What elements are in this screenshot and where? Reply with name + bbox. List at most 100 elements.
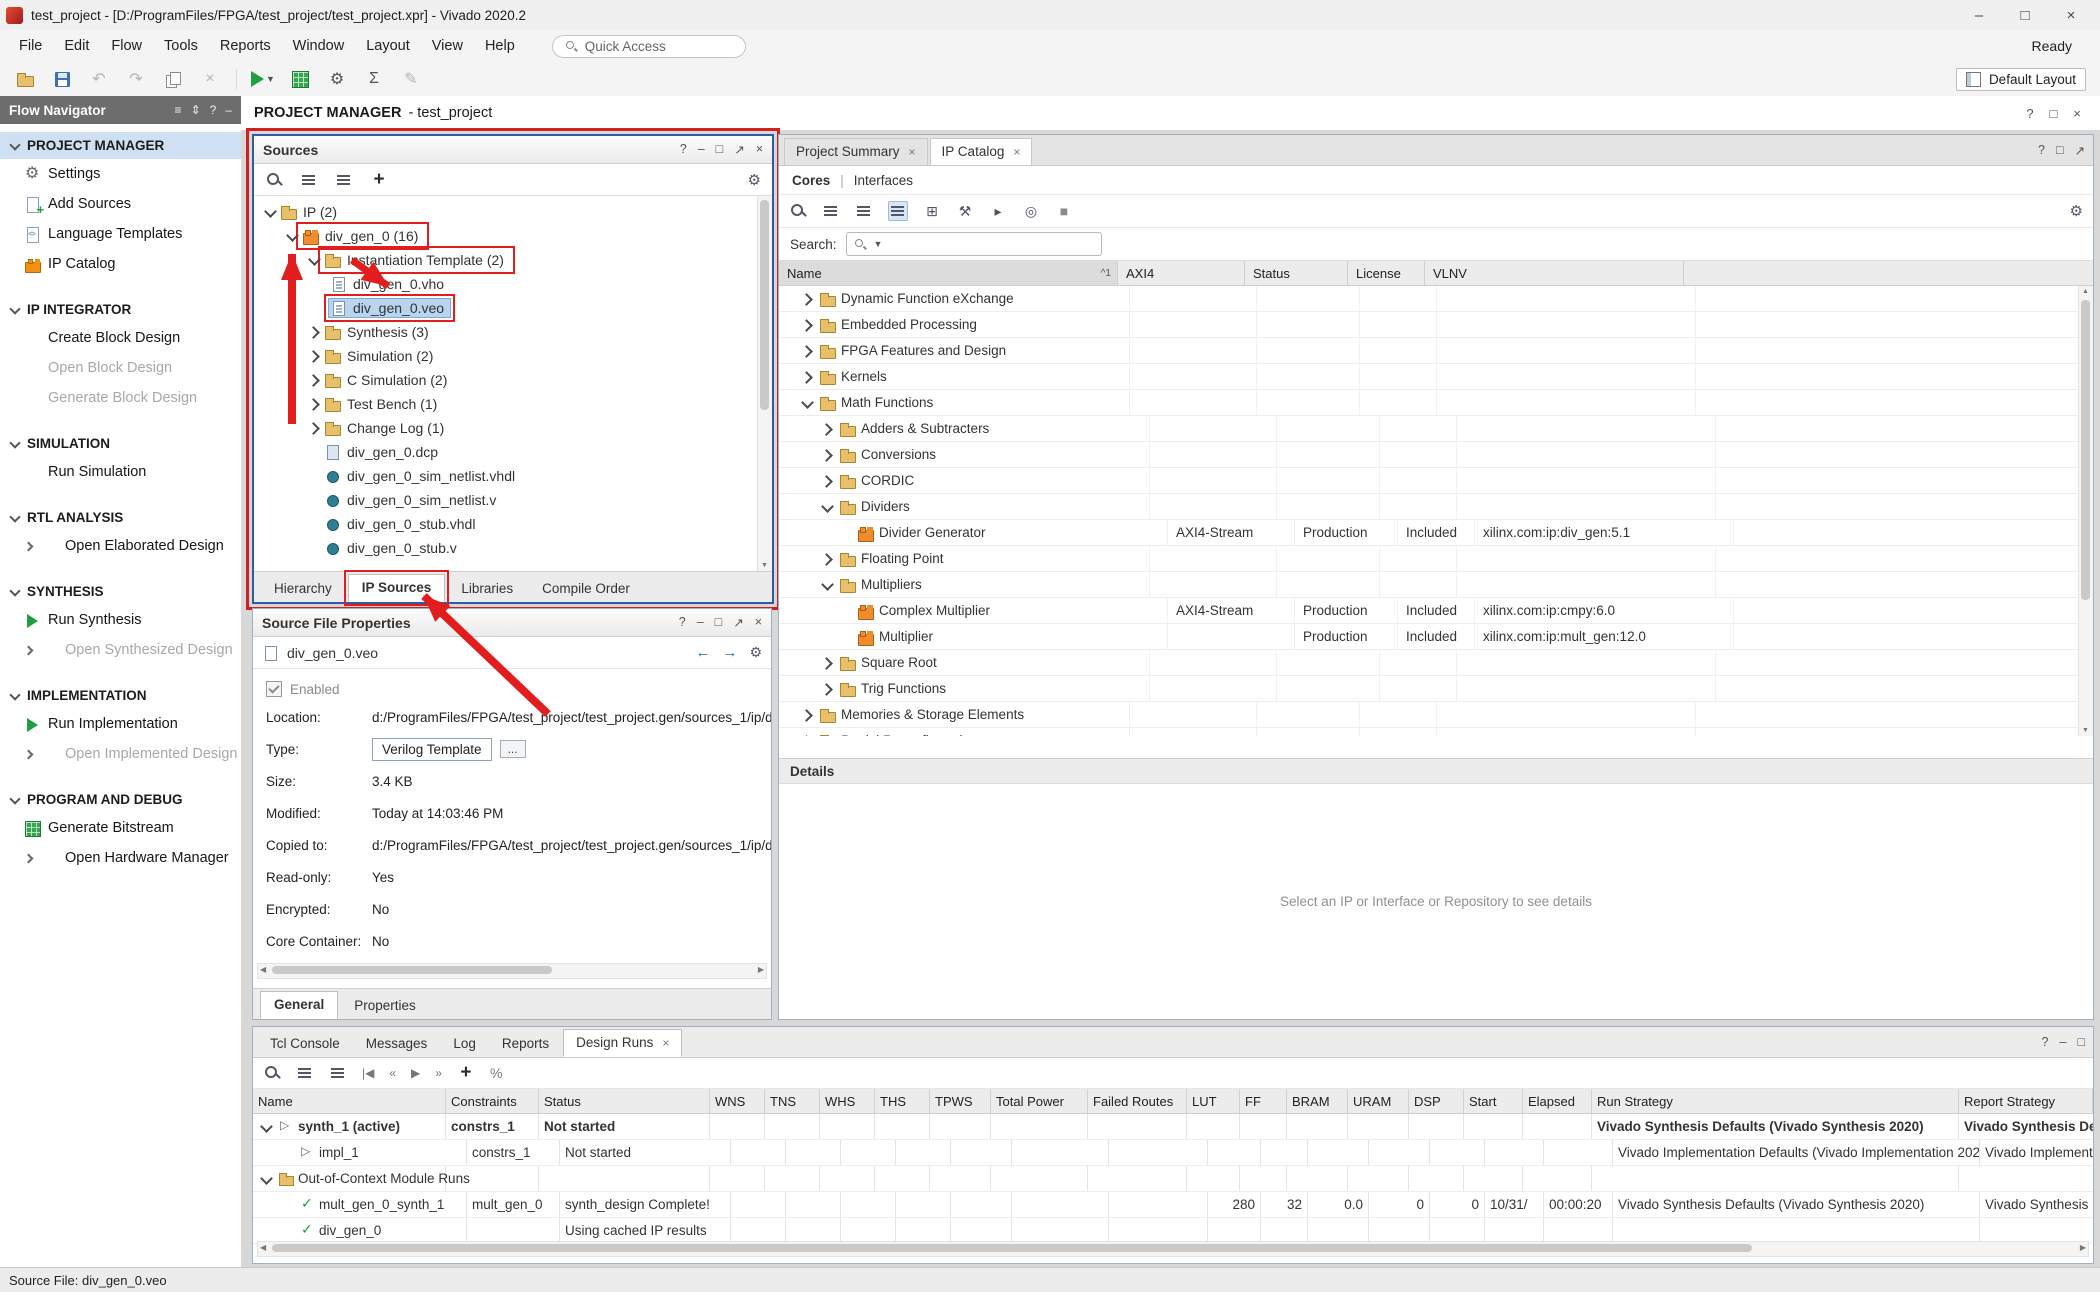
catalog-row[interactable]: Math Functions bbox=[779, 390, 2093, 416]
tree-row-body[interactable]: div_gen_0_stub.vhdl bbox=[322, 514, 482, 534]
tree-row-body[interactable]: div_gen_0_sim_netlist.v bbox=[322, 490, 503, 510]
column-header-wns[interactable]: WNS bbox=[710, 1089, 765, 1113]
flow-nav-item[interactable]: Open Hardware Manager bbox=[0, 843, 241, 873]
tree-row[interactable]: div_gen_0.dcp bbox=[254, 440, 772, 464]
collapse-all-icon[interactable] bbox=[300, 171, 318, 189]
tree-row[interactable]: div_gen_0.vho bbox=[254, 272, 772, 296]
tree-expander-icon[interactable] bbox=[306, 348, 322, 364]
settings-gear-icon[interactable]: ⚙ bbox=[2070, 202, 2083, 220]
tree-row-body[interactable]: div_gen_0_sim_netlist.vhdl bbox=[322, 466, 522, 486]
catalog-row[interactable]: Multiplier Production Included xilinx.co… bbox=[779, 624, 2093, 650]
tree-row-body[interactable]: C Simulation (2) bbox=[322, 370, 454, 390]
tree-row-body[interactable]: div_gen_0.vho bbox=[328, 274, 451, 294]
settings-gear-icon[interactable]: ⚙ bbox=[326, 68, 348, 90]
step-first-icon[interactable]: |◀ bbox=[362, 1066, 374, 1080]
layout-selector[interactable]: Default Layout bbox=[1956, 68, 2086, 91]
catalog-search-input[interactable]: ▼ bbox=[846, 232, 1102, 256]
tree-row-body[interactable]: IP (2) bbox=[278, 202, 344, 222]
tree-row-body[interactable]: div_gen_0_stub.v bbox=[322, 538, 464, 558]
properties-tab[interactable]: General bbox=[260, 991, 338, 1019]
ellipsis-button[interactable]: ... bbox=[500, 740, 526, 758]
tree-expander-icon[interactable] bbox=[306, 420, 322, 436]
column-header-start[interactable]: Start bbox=[1464, 1089, 1523, 1113]
column-header-failed-routes[interactable]: Failed Routes bbox=[1088, 1089, 1187, 1113]
collapse-icon[interactable]: – bbox=[225, 103, 232, 117]
catalog-row-name-cell[interactable]: Kernels bbox=[779, 364, 1130, 389]
column-header-run-strategy[interactable]: Run Strategy bbox=[1592, 1089, 1959, 1113]
scroll-left-icon[interactable]: ◀ bbox=[260, 965, 266, 974]
menu-item[interactable]: File bbox=[8, 33, 53, 59]
report-sigma-icon[interactable]: Σ bbox=[363, 68, 385, 90]
menu-item[interactable]: View bbox=[421, 33, 474, 59]
properties-panel-header[interactable]: Source File Properties ? – □ ↗ × bbox=[253, 609, 771, 637]
section-header-program-debug[interactable]: PROGRAM AND DEBUG bbox=[0, 786, 241, 813]
maximize-panel-icon[interactable]: ↗ bbox=[734, 142, 744, 157]
float-panel-icon[interactable]: □ bbox=[2077, 1035, 2085, 1049]
column-header-lut[interactable]: LUT bbox=[1187, 1089, 1240, 1113]
percent-icon[interactable]: % bbox=[490, 1065, 502, 1081]
bottom-tab[interactable]: Messages × bbox=[354, 1031, 440, 1057]
quick-access-search[interactable]: Quick Access bbox=[552, 35, 746, 58]
tree-expander-icon[interactable] bbox=[819, 447, 835, 463]
catalog-row-name-cell[interactable]: CORDIC bbox=[779, 468, 1150, 493]
sources-tab[interactable]: Hierarchy bbox=[261, 576, 345, 602]
bottom-tab[interactable]: Design Runs × bbox=[563, 1029, 682, 1057]
column-header-tns[interactable]: TNS bbox=[765, 1089, 820, 1113]
sources-panel-header[interactable]: Sources ? – □ ↗ × bbox=[254, 136, 772, 164]
catalog-row-name-cell[interactable]: Memories & Storage Elements bbox=[779, 702, 1130, 727]
tree-row[interactable]: Change Log (1) bbox=[254, 416, 772, 440]
catalog-row[interactable]: Dividers bbox=[779, 494, 2093, 520]
column-header-elapsed[interactable]: Elapsed bbox=[1523, 1089, 1592, 1113]
flow-nav-item[interactable]: Run Simulation bbox=[0, 457, 241, 487]
flow-nav-item[interactable]: Generate Bitstream bbox=[0, 813, 241, 843]
step-forward-icon[interactable]: » bbox=[435, 1066, 442, 1080]
catalog-row[interactable]: Complex Multiplier AXI4-Stream Productio… bbox=[779, 598, 2093, 624]
redo-icon[interactable]: ↷ bbox=[125, 68, 147, 90]
run-row[interactable]: synth_1 (active) constrs_1 Not started bbox=[253, 1114, 2093, 1140]
catalog-row[interactable]: Embedded Processing bbox=[779, 312, 2093, 338]
float-panel-icon[interactable]: □ bbox=[2056, 143, 2064, 158]
catalog-row-name-cell[interactable]: Multipliers bbox=[779, 572, 1150, 597]
minimize-button[interactable]: – bbox=[1956, 1, 2002, 30]
float-panel-icon[interactable]: □ bbox=[716, 142, 724, 157]
tree-expander-icon[interactable] bbox=[799, 395, 815, 411]
catalog-row-name-cell[interactable]: Adders & Subtracters bbox=[779, 416, 1150, 441]
menu-item[interactable]: Edit bbox=[53, 33, 100, 59]
details-section-header[interactable]: Details bbox=[779, 758, 2093, 784]
section-header-simulation[interactable]: SIMULATION bbox=[0, 430, 241, 457]
help-icon[interactable]: ? bbox=[2026, 106, 2033, 121]
menu-item[interactable]: Tools bbox=[153, 33, 209, 59]
close-icon[interactable]: × bbox=[2073, 106, 2081, 121]
column-header-status[interactable]: Status bbox=[1245, 261, 1348, 285]
help-icon[interactable]: ? bbox=[2042, 1035, 2049, 1049]
help-icon[interactable]: ? bbox=[680, 142, 687, 157]
forward-arrow-icon[interactable]: → bbox=[722, 644, 737, 661]
tree-row-body[interactable]: div_gen_0.veo bbox=[328, 298, 451, 318]
column-header-report-strategy[interactable]: Report Strategy bbox=[1959, 1089, 2093, 1113]
catalog-row[interactable]: Trig Functions bbox=[779, 676, 2093, 702]
run-row[interactable]: mult_gen_0_synth_1 mult_gen_0 synth_desi… bbox=[253, 1192, 2093, 1218]
catalog-row[interactable]: Kernels bbox=[779, 364, 2093, 390]
help-icon[interactable]: ? bbox=[2038, 143, 2045, 158]
tree-expander-icon[interactable] bbox=[306, 396, 322, 412]
close-icon[interactable]: × bbox=[662, 1036, 669, 1050]
run-name-cell[interactable]: impl_1 bbox=[253, 1140, 467, 1165]
help-icon[interactable]: ? bbox=[679, 615, 686, 630]
tab-cores[interactable]: Cores bbox=[792, 173, 830, 188]
run-row[interactable]: impl_1 constrs_1 Not started bbox=[253, 1140, 2093, 1166]
copy-icon[interactable] bbox=[162, 68, 184, 90]
play-icon[interactable]: ▶ bbox=[411, 1066, 420, 1080]
catalog-row-name-cell[interactable]: Square Root bbox=[779, 650, 1150, 675]
column-header-tpws[interactable]: TPWS bbox=[930, 1089, 991, 1113]
tree-expander-icon[interactable] bbox=[819, 551, 835, 567]
scroll-up-icon[interactable]: ▲ bbox=[2082, 288, 2089, 295]
section-header-rtl-analysis[interactable]: RTL ANALYSIS bbox=[0, 504, 241, 531]
tree-row[interactable]: div_gen_0 (16) bbox=[254, 224, 772, 248]
tree-row[interactable]: div_gen_0_sim_netlist.v bbox=[254, 488, 772, 512]
expand-all-icon[interactable] bbox=[329, 1064, 347, 1082]
column-header-ff[interactable]: FF bbox=[1240, 1089, 1287, 1113]
flow-nav-item[interactable]: Open Elaborated Design bbox=[0, 531, 241, 561]
column-header-license[interactable]: License bbox=[1348, 261, 1425, 285]
tree-row[interactable]: IP (2) bbox=[254, 200, 772, 224]
run-name-cell[interactable]: div_gen_0 bbox=[253, 1218, 467, 1243]
